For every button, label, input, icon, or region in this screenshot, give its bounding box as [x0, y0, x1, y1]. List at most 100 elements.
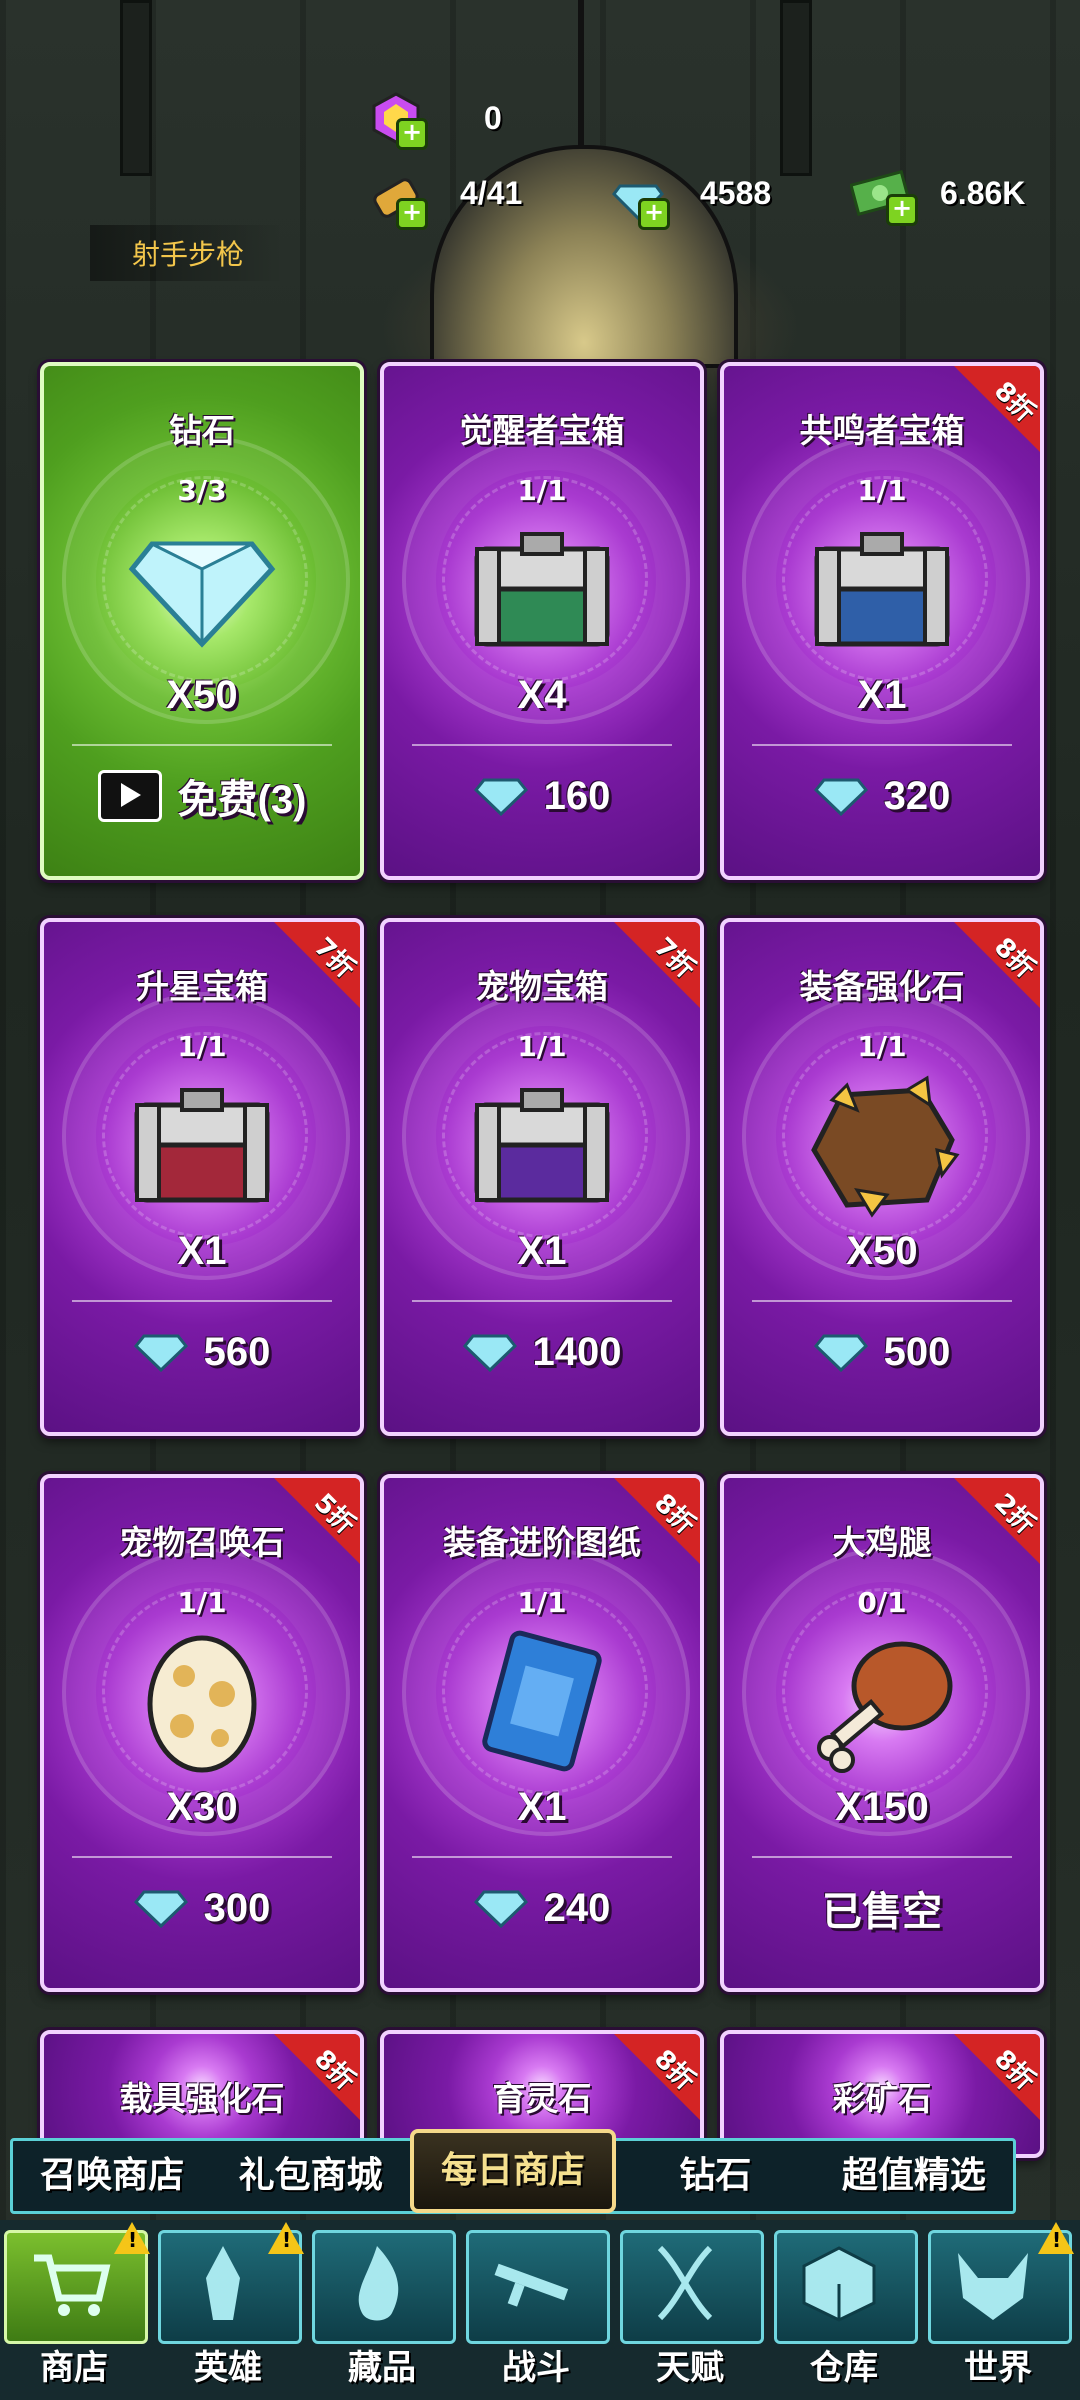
flame-icon: [358, 2246, 399, 2321]
card-divider: [412, 1300, 672, 1302]
sold-out-label: 已售空: [724, 1878, 1040, 1938]
add-stamina-icon[interactable]: +: [396, 198, 428, 230]
card-quantity: X150: [835, 1785, 929, 1829]
cash-count: 6.86K: [940, 175, 1026, 211]
stamina-icon[interactable]: +: [370, 172, 428, 230]
shop-card-enhance-stone[interactable]: 8折 装备强化石 1/1 X50 500: [720, 918, 1044, 1436]
warning-icon: !: [1038, 2222, 1074, 2254]
card-price: 已售空: [822, 1890, 942, 1934]
buy-button[interactable]: 1400: [384, 1322, 700, 1382]
weapon-label: 射手步枪: [90, 225, 285, 281]
rifle-icon: [494, 2263, 569, 2307]
card-title: 育灵石: [492, 2079, 592, 2118]
demon-mask-icon: [958, 2253, 1028, 2320]
shop-card-awakener-chest[interactable]: 觉醒者宝箱 1/1 X4 160: [380, 362, 704, 880]
shop-card-pet-chest[interactable]: 7折 宠物宝箱 1/1 X1 1400: [380, 918, 704, 1436]
bg-beam: [780, 0, 812, 176]
watch-ad-button[interactable]: 免费(3): [44, 766, 360, 826]
egg-icon: [147, 1635, 257, 1773]
red-chest-icon: [134, 1088, 270, 1203]
cash-currency-icon[interactable]: +: [849, 168, 918, 226]
diamond-price-icon: [473, 778, 528, 816]
box-icon: [802, 2246, 876, 2322]
buy-button[interactable]: 500: [724, 1322, 1040, 1382]
tab-value-picks[interactable]: 超值精选: [815, 2143, 1013, 2209]
tab-diamond[interactable]: 钻石: [616, 2143, 814, 2209]
card-price: 1400: [532, 1329, 622, 1374]
diamond-price-icon: [813, 778, 868, 816]
card-divider: [752, 1300, 1012, 1302]
nav-warehouse[interactable]: 仓库: [770, 2226, 918, 2388]
diamond-price-icon: [813, 1334, 868, 1372]
card-divider: [752, 744, 1012, 746]
nav-shop[interactable]: ! 商店: [0, 2222, 150, 2388]
nav-collection[interactable]: 藏品: [308, 2226, 456, 2388]
card-limit: 3/3: [177, 474, 227, 507]
shop-card-resonator-chest[interactable]: 8折 共鸣者宝箱 1/1 X1 320: [720, 362, 1044, 880]
card-title: 共鸣者宝箱: [799, 411, 965, 450]
card-limit: 1/1: [517, 1586, 567, 1619]
card-title: 钻石: [169, 411, 235, 450]
ticket-count: 0: [484, 100, 502, 136]
warning-icon: !: [114, 2222, 150, 2254]
shop-card-pet-summon-stone[interactable]: 5折 宠物召唤石 1/1 X30 300: [40, 1474, 364, 1992]
diamond-currency-icon[interactable]: +: [612, 172, 670, 230]
diamond-price-icon: [473, 1890, 528, 1928]
shop-card-drumstick[interactable]: 2折 大鸡腿 0/1 X150 已售空: [720, 1474, 1044, 1992]
add-diamond-icon[interactable]: +: [638, 198, 670, 230]
card-limit: 1/1: [857, 474, 907, 507]
ticket-currency-icon[interactable]: +: [370, 92, 428, 150]
card-limit: 1/1: [857, 1030, 907, 1063]
card-price: 500: [883, 1329, 951, 1374]
blueprint-icon: [482, 1630, 602, 1772]
tab-daily-shop[interactable]: 每日商店: [409, 2129, 617, 2213]
shop-card-diamond[interactable]: 钻石 3/3 X50 免费(3): [40, 362, 364, 880]
nav-talent[interactable]: 天赋: [616, 2226, 764, 2388]
card-quantity: X50: [846, 1229, 918, 1273]
card-title: 载具强化石: [119, 2079, 285, 2118]
buy-button[interactable]: 300: [44, 1878, 360, 1938]
card-quantity: X50: [166, 673, 238, 717]
nav-world[interactable]: ! 世界: [924, 2222, 1074, 2388]
buy-button[interactable]: 560: [44, 1322, 360, 1382]
shop-card-upgrade-blueprint[interactable]: 8折 装备进阶图纸 1/1 X1 240: [380, 1474, 704, 1992]
card-divider: [72, 744, 332, 746]
lamp-cord: [578, 0, 584, 150]
card-price: 560: [203, 1329, 271, 1374]
card-divider: [412, 1856, 672, 1858]
card-limit: 1/1: [517, 1030, 567, 1063]
purple-chest-icon: [474, 1088, 610, 1203]
card-limit: 0/1: [857, 1586, 907, 1619]
card-title: 装备强化石: [799, 967, 965, 1006]
add-cash-icon[interactable]: +: [886, 194, 918, 226]
add-ticket-icon[interactable]: +: [396, 118, 428, 150]
card-divider: [412, 744, 672, 746]
card-quantity: X1: [177, 1229, 227, 1273]
buy-button[interactable]: 160: [384, 766, 700, 826]
nav-hero[interactable]: ! 英雄: [154, 2222, 304, 2388]
shop-card-star-chest[interactable]: 7折 升星宝箱 1/1 X1 560: [40, 918, 364, 1436]
green-chest-icon: [474, 532, 610, 647]
stamina-count: 4/41: [460, 175, 523, 211]
hero-icon: [206, 2246, 240, 2320]
card-title: 宠物召唤石: [119, 1523, 285, 1562]
bg-beam: [120, 0, 152, 176]
card-title: 觉醒者宝箱: [459, 411, 625, 450]
shop-tab-bar: 召唤商店 礼包商城 每日商店 钻石 超值精选: [10, 2129, 1016, 2214]
card-price: 160: [543, 773, 611, 818]
card-price: 免费(3): [177, 778, 307, 822]
tab-gift-mall[interactable]: 礼包商城: [211, 2143, 409, 2209]
card-price: 240: [543, 1885, 611, 1930]
card-title: 升星宝箱: [136, 967, 268, 1006]
card-divider: [72, 1300, 332, 1302]
tab-summon-shop[interactable]: 召唤商店: [13, 2143, 211, 2209]
card-quantity: X1: [517, 1785, 567, 1829]
enhance-stone-icon: [811, 1075, 960, 1218]
card-title: 大鸡腿: [832, 1523, 932, 1562]
card-title: 彩矿石: [832, 2079, 932, 2118]
nav-battle[interactable]: 战斗: [462, 2226, 610, 2388]
card-divider: [752, 1856, 1012, 1858]
card-limit: 1/1: [517, 474, 567, 507]
buy-button[interactable]: 320: [724, 766, 1040, 826]
buy-button[interactable]: 240: [384, 1878, 700, 1938]
